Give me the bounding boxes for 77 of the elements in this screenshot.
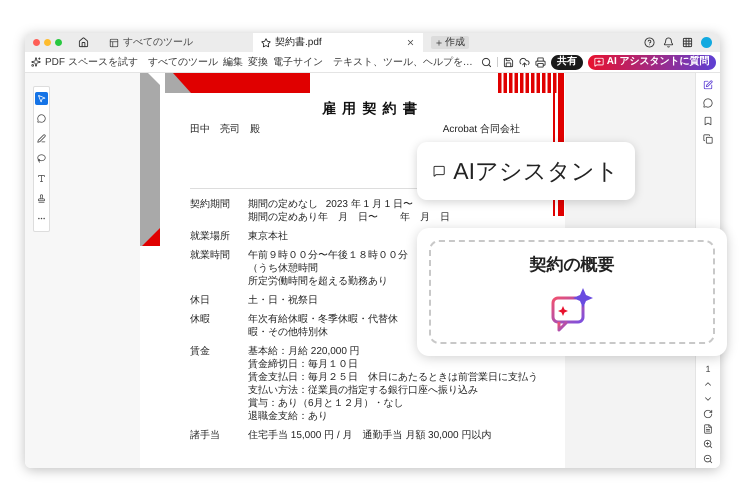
- field-value: 賃金支払日：毎月２５日 休日にあたるときは前営業日に支払う: [248, 371, 538, 384]
- star-icon: [261, 38, 271, 48]
- pointer-icon: [37, 94, 46, 103]
- bell-icon[interactable]: [663, 37, 674, 48]
- tool-button[interactable]: [35, 112, 48, 125]
- tool-button[interactable]: [35, 192, 48, 205]
- close-icon[interactable]: [406, 38, 415, 47]
- field-value: 退職金支給：あり: [248, 410, 329, 423]
- print-icon[interactable]: [534, 56, 546, 68]
- field-label: 就業時間: [190, 249, 231, 263]
- try-pdf-space-button[interactable]: PDF スペースを試す: [31, 54, 138, 70]
- field-value: 期間の定めあり: [248, 211, 318, 224]
- field-value: 支払い方法：従業員の指定する銀行口座へ振り込み: [248, 384, 479, 397]
- recipient-name: 田中 亮司 殿: [190, 123, 260, 136]
- tab-label: すべてのツール: [123, 36, 194, 50]
- ai-chat-icon: [594, 57, 604, 67]
- field-label: 契約期間: [190, 198, 231, 212]
- field-value: 午前９時００分〜午後１８時００分（うち休憩時間: [248, 249, 409, 275]
- tool-button[interactable]: [35, 92, 48, 105]
- lasso-icon: [37, 154, 46, 163]
- field-value: 東京本社: [248, 230, 289, 243]
- field-value: 年 月 日: [400, 211, 450, 224]
- field-value: 賃金締切日：毎月１０日: [248, 358, 359, 371]
- field-value: 2023 年 1 月 1 日〜: [326, 198, 413, 211]
- summary-title: 契約の概要: [530, 254, 614, 276]
- field-label: 休暇: [190, 313, 211, 327]
- menu-item[interactable]: すべてのツール: [148, 54, 218, 70]
- field-value: 所定労働時間を超える勤務あり: [248, 275, 389, 288]
- company-name: Acrobat 合同会社: [442, 123, 520, 136]
- comment-icon[interactable]: [703, 98, 713, 108]
- tool-button[interactable]: [35, 172, 48, 185]
- rotate-icon[interactable]: [703, 409, 713, 419]
- menu-item[interactable]: 電子サイン: [272, 54, 323, 70]
- zoom-in-icon[interactable]: [703, 439, 713, 449]
- pen-icon: [37, 134, 46, 143]
- page-number: 1: [705, 364, 710, 374]
- tab-label: 契約書.pdf: [275, 36, 323, 50]
- ai-chat-sparkle-icon: [549, 286, 595, 332]
- edit-icon[interactable]: [703, 80, 713, 90]
- search-icon[interactable]: [480, 56, 492, 68]
- tab[interactable]: 契約書.pdf: [253, 33, 423, 52]
- field-value: 賞与：あり（6月と１２月）・なし: [248, 397, 405, 410]
- share-button[interactable]: 共有: [550, 54, 583, 70]
- search-field[interactable]: テキスト、ツール、ヘルプを…: [332, 54, 476, 70]
- field-value: 期間の定めなし: [248, 198, 319, 211]
- create-button[interactable]: 作成: [431, 36, 469, 49]
- field-label: 就業場所: [190, 230, 231, 243]
- tab[interactable]: すべてのツール: [101, 33, 241, 52]
- ai-assistant-title: AIアシスタント: [453, 156, 619, 186]
- save-icon[interactable]: [502, 56, 514, 68]
- apps-grid-icon[interactable]: [682, 37, 693, 48]
- field-value: 年次有給休暇・冬季休暇・代替休暇・その他特別休: [248, 313, 399, 339]
- field-value: 基本給：月給 220,000 円: [248, 345, 361, 358]
- field-label: 賃金: [190, 345, 211, 359]
- bookmark-icon[interactable]: [703, 116, 713, 126]
- pages-icon[interactable]: [703, 134, 713, 144]
- text-box-icon: [37, 174, 46, 183]
- document-icon[interactable]: [703, 424, 713, 434]
- ai-assistant-button[interactable]: AI アシスタントに質問: [588, 54, 716, 70]
- upload-icon[interactable]: [518, 56, 530, 68]
- field-label: 休日: [190, 294, 211, 307]
- help-icon[interactable]: [644, 37, 655, 48]
- field-value: 年 月 日〜: [318, 211, 378, 224]
- sparkle-icon: [31, 57, 41, 67]
- menu-item[interactable]: 編集: [222, 54, 243, 70]
- comment-icon: [37, 114, 46, 123]
- zoom-out-icon[interactable]: [703, 454, 713, 464]
- menu-item[interactable]: 変換: [248, 54, 268, 70]
- field-value: 住宅手当 15,000 円 / 月 通勤手当 月額 30,000 円以内: [248, 429, 492, 442]
- tool-button[interactable]: [35, 152, 48, 165]
- tool-button[interactable]: [35, 132, 48, 145]
- document-title: 雇用契約書: [320, 99, 424, 117]
- home-icon[interactable]: [78, 37, 89, 48]
- plus-icon: [435, 38, 443, 46]
- stamp-icon: [37, 194, 46, 203]
- field-value: 土・日・祝祭日: [248, 294, 319, 307]
- field-label: 諸手当: [190, 429, 221, 442]
